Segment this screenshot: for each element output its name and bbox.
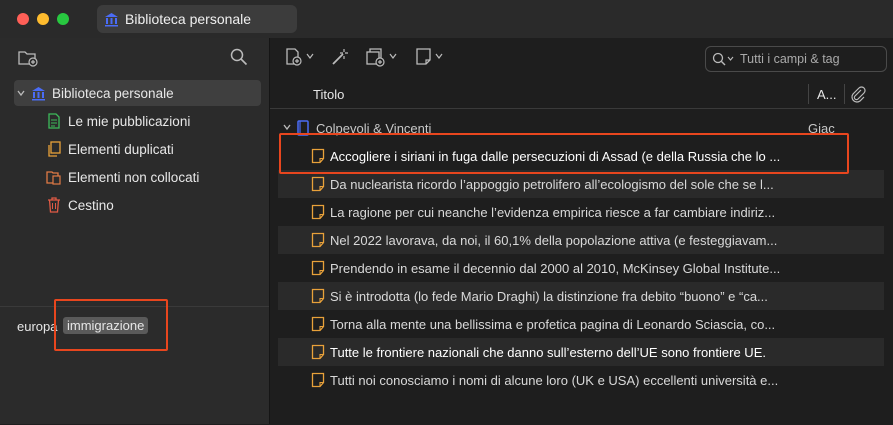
- sidebar-item-unfiled[interactable]: Elementi non collocati: [46, 164, 199, 190]
- note-icon: [311, 288, 325, 304]
- highlight-box-row: [279, 133, 849, 174]
- row-title: Da nuclearista ricordo l’appoggio petrol…: [330, 176, 774, 192]
- add-attachment-button[interactable]: [365, 47, 397, 67]
- sidebar-item-my-publications[interactable]: Le mie pubblicazioni: [46, 108, 190, 134]
- sidebar-toolbar: [0, 38, 269, 76]
- column-header: Titolo A...: [270, 80, 893, 109]
- chevron-down-icon: [435, 52, 443, 62]
- duplicate-icon: [46, 141, 62, 157]
- table-row[interactable]: Da nuclearista ricordo l’appoggio petrol…: [278, 170, 884, 198]
- sidebar-item-label: Le mie pubblicazioni: [68, 113, 191, 129]
- note-icon: [311, 232, 325, 248]
- row-title: Si è introdotta (lo fede Mario Draghi) l…: [330, 288, 768, 304]
- table-row[interactable]: Torna alla mente una bellissima e profet…: [278, 310, 884, 338]
- row-title: La ragione per cui neanche l’evidenza em…: [330, 204, 776, 220]
- magic-wand-button[interactable]: [330, 47, 350, 67]
- tag-europa[interactable]: europa: [17, 319, 57, 334]
- note-icon: [311, 316, 325, 332]
- table-row[interactable]: Tutti noi conosciamo i nomi di alcune lo…: [278, 366, 884, 394]
- unfiled-icon: [46, 169, 62, 185]
- minimize-window-button[interactable]: [37, 13, 49, 25]
- sidebar-item-label: Biblioteca personale: [52, 85, 174, 101]
- note-icon: [311, 260, 325, 276]
- note-icon: [311, 372, 325, 388]
- row-title: Torna alla mente una bellissima e profet…: [330, 316, 776, 332]
- new-note-button[interactable]: [415, 47, 443, 67]
- library-tab[interactable]: Biblioteca personale: [97, 5, 297, 33]
- table-row[interactable]: La ragione per cui neanche l’evidenza em…: [278, 198, 884, 226]
- zoom-window-button[interactable]: [57, 13, 69, 25]
- note-icon: [311, 344, 325, 360]
- chevron-down-icon[interactable]: [16, 88, 28, 98]
- note-icon: [311, 176, 325, 192]
- column-divider: [808, 84, 809, 104]
- sidebar-item-duplicates[interactable]: Elementi duplicati: [46, 136, 174, 162]
- new-collection-icon[interactable]: [18, 49, 38, 72]
- new-item-button[interactable]: [284, 47, 314, 67]
- column-title[interactable]: Titolo: [313, 87, 344, 102]
- sidebar-item-label: Elementi duplicati: [68, 141, 174, 157]
- search-placeholder: Tutti i campi & tag: [740, 52, 840, 66]
- table-row[interactable]: Tutte le frontiere nazionali che danno s…: [278, 338, 884, 366]
- library-icon: [104, 12, 119, 27]
- column-author[interactable]: A...: [817, 87, 837, 102]
- sidebar-item-library[interactable]: Biblioteca personale: [14, 80, 261, 106]
- table-row[interactable]: Prendendo in esame il decennio dal 2000 …: [278, 254, 884, 282]
- collections-sidebar: Biblioteca personale Le mie pubblicazion…: [0, 38, 270, 424]
- library-tab-label: Biblioteca personale: [125, 11, 252, 27]
- items-pane: Tutti i campi & tag Titolo A... Colpevol…: [270, 38, 893, 424]
- search-icon[interactable]: [712, 52, 736, 66]
- row-title: Tutte le frontiere nazionali che danno s…: [330, 344, 766, 360]
- search-icon[interactable]: [230, 48, 248, 71]
- items-toolbar: Tutti i campi & tag: [270, 38, 893, 80]
- sidebar-item-label: Elementi non collocati: [68, 169, 200, 185]
- library-icon: [30, 85, 46, 101]
- trash-icon: [46, 197, 62, 213]
- table-row[interactable]: Nel 2022 lavorava, da noi, il 60,1% dell…: [278, 226, 884, 254]
- row-title: Prendendo in esame il decennio dal 2000 …: [330, 260, 781, 276]
- note-icon: [311, 204, 325, 220]
- row-title: Nel 2022 lavorava, da noi, il 60,1% dell…: [330, 232, 778, 248]
- table-row[interactable]: Si è introdotta (lo fede Mario Draghi) l…: [278, 282, 884, 310]
- sidebar-item-label: Cestino: [68, 197, 114, 213]
- chevron-down-icon: [306, 52, 314, 62]
- close-window-button[interactable]: [17, 13, 29, 25]
- document-icon: [46, 113, 62, 129]
- column-divider: [844, 84, 845, 104]
- highlight-box-tag: [54, 299, 168, 351]
- title-bar: Biblioteca personale: [0, 0, 893, 38]
- items-search-field[interactable]: Tutti i campi & tag: [705, 46, 887, 72]
- sidebar-item-trash[interactable]: Cestino: [46, 192, 114, 218]
- paperclip-icon[interactable]: [850, 85, 866, 106]
- chevron-down-icon: [389, 52, 397, 62]
- row-title: Tutti noi conosciamo i nomi di alcune lo…: [330, 372, 779, 388]
